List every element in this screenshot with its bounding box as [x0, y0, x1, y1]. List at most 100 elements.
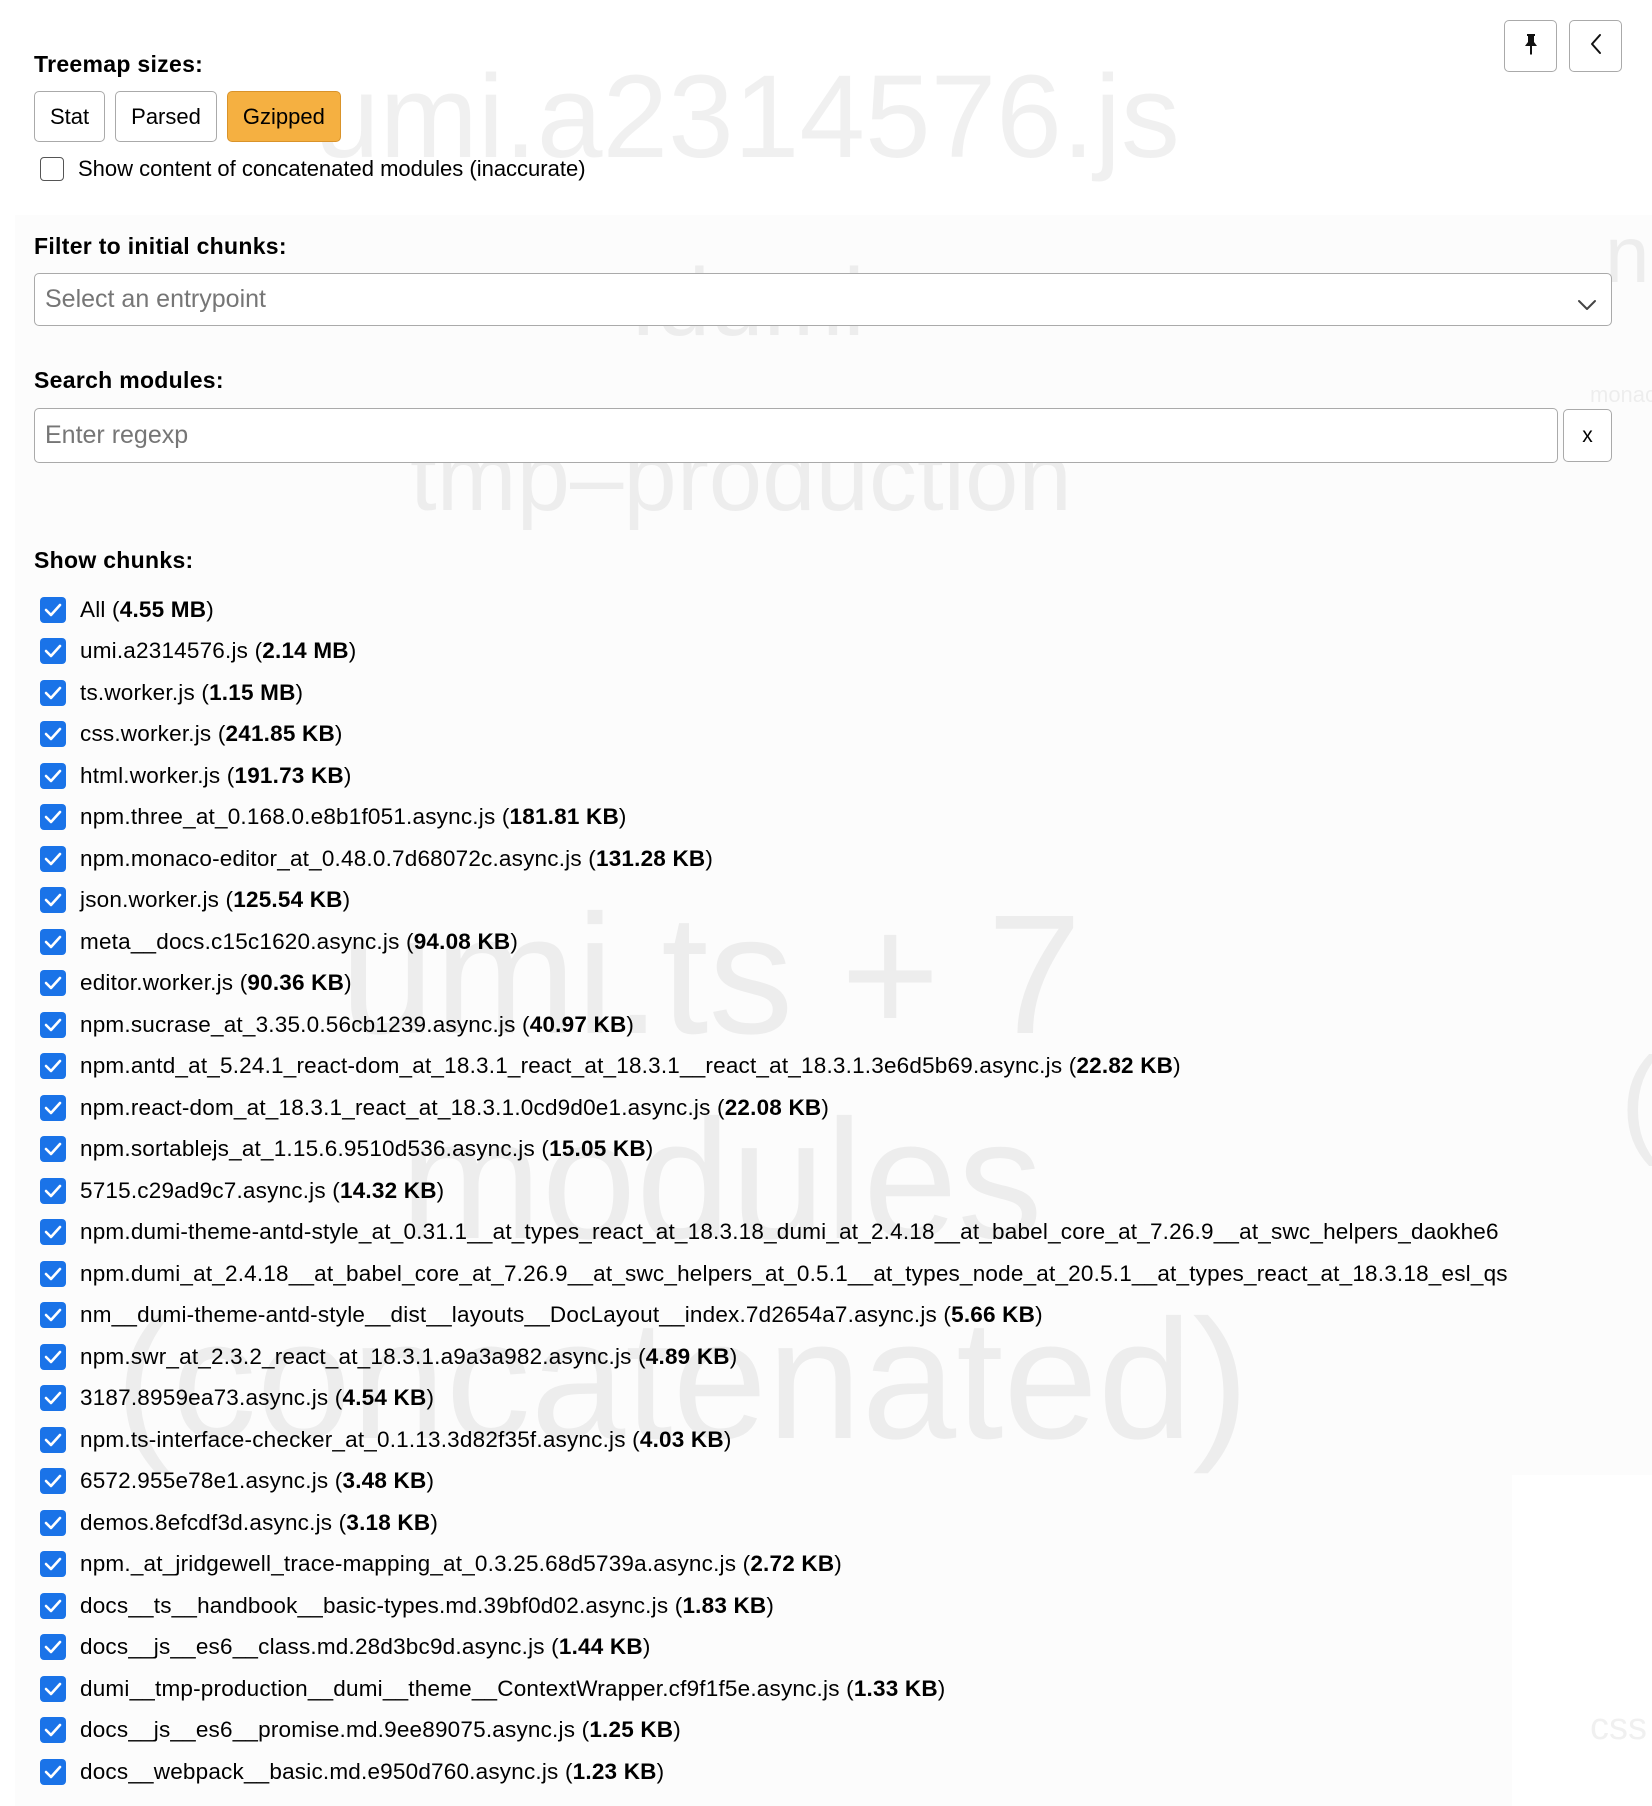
- chunk-list: All (4.55 MB) umi.a2314576.js (2.14 MB) ts…: [40, 589, 1508, 1793]
- chunk-item[interactable]: nm__dumi-theme-antd-style__dist__layouts…: [40, 1295, 1508, 1337]
- chunk-size: 22.82 KB: [1076, 1053, 1174, 1079]
- chunk-item[interactable]: meta__docs.c15c1620.async.js (94.08 KB): [40, 921, 1508, 963]
- chunk-checkbox[interactable]: [40, 1385, 66, 1412]
- chunk-checkbox[interactable]: [40, 721, 66, 748]
- chunk-checkbox[interactable]: [40, 596, 66, 623]
- chunk-item[interactable]: docs__js__es6__promise.md.9ee89075.async…: [40, 1710, 1508, 1752]
- chunk-checkbox[interactable]: [40, 928, 66, 955]
- chunk-checkbox[interactable]: [40, 1177, 66, 1204]
- chunk-checkbox[interactable]: [40, 1634, 66, 1661]
- chunk-item[interactable]: editor.worker.js (90.36 KB): [40, 963, 1508, 1005]
- chunk-size-close-paren: ): [206, 596, 214, 622]
- gzipped-size-button[interactable]: Gzipped: [226, 91, 341, 142]
- chunk-checkbox[interactable]: [40, 762, 66, 789]
- chunk-size-close-paren: ): [426, 1385, 435, 1411]
- chunk-size-open-paren: (: [710, 1094, 725, 1120]
- chunk-name: umi.a2314576.js: [80, 638, 249, 664]
- chunk-checkbox[interactable]: [40, 679, 66, 706]
- chunk-item[interactable]: html.worker.js (191.73 KB): [40, 755, 1508, 797]
- chunk-item[interactable]: npm.dumi-theme-antd-style_at_0.31.1__at_…: [40, 1212, 1508, 1254]
- chunk-item[interactable]: 3187.8959ea73.async.js (4.54 KB): [40, 1378, 1508, 1420]
- pin-button[interactable]: [1504, 20, 1557, 72]
- chunk-item[interactable]: demos.8efcdf3d.async.js (3.18 KB): [40, 1502, 1508, 1544]
- chunk-item[interactable]: json.worker.js (125.54 KB): [40, 880, 1508, 922]
- chunk-checkbox[interactable]: [40, 1094, 66, 1121]
- concatenated-modules-option[interactable]: Show content of concatenated modules (in…: [40, 156, 586, 182]
- chunk-checkbox[interactable]: [40, 845, 66, 872]
- chunk-item[interactable]: npm.three_at_0.168.0.e8b1f051.async.js (…: [40, 797, 1508, 839]
- chunk-size: 1.23 KB: [572, 1758, 657, 1784]
- chunk-size-open-paren: (: [328, 1385, 343, 1411]
- chunk-size-open-paren: (: [839, 1675, 854, 1701]
- chunk-checkbox[interactable]: [40, 1468, 66, 1495]
- chunk-item[interactable]: npm.react-dom_at_18.3.1_react_at_18.3.1.…: [40, 1087, 1508, 1129]
- chunk-size-open-paren: (: [625, 1426, 640, 1452]
- chunk-checkbox[interactable]: [40, 1426, 66, 1453]
- chunk-checkbox[interactable]: [40, 1758, 66, 1785]
- chunk-checkbox[interactable]: [40, 1509, 66, 1536]
- chunk-size-open-paren: (: [631, 1343, 646, 1369]
- chunk-size-close-paren: ): [766, 1592, 775, 1618]
- chunk-size: 1.33 KB: [853, 1675, 938, 1701]
- chunk-size-close-paren: ): [348, 638, 357, 664]
- concatenated-modules-checkbox[interactable]: [40, 157, 64, 181]
- chunk-checkbox[interactable]: [40, 1053, 66, 1080]
- chunk-item[interactable]: npm.sucrase_at_3.35.0.56cb1239.async.js …: [40, 1004, 1508, 1046]
- chunk-size: 1.15 MB: [209, 679, 296, 705]
- stat-size-button[interactable]: Stat: [34, 91, 106, 142]
- clear-search-button[interactable]: x: [1563, 409, 1612, 462]
- chunk-item[interactable]: npm.dumi_at_2.4.18__at_babel_core_at_7.2…: [40, 1253, 1508, 1295]
- search-input[interactable]: [34, 408, 1558, 463]
- chunk-item[interactable]: npm.antd_at_5.24.1_react-dom_at_18.3.1_r…: [40, 1046, 1508, 1088]
- chunk-checkbox[interactable]: [40, 970, 66, 997]
- chunk-size-open-paren: (: [558, 1758, 573, 1784]
- chunk-checkbox[interactable]: [40, 1136, 66, 1163]
- close-sidebar-button[interactable]: [1569, 20, 1622, 72]
- chunk-size: 5.66 KB: [951, 1302, 1036, 1328]
- parsed-size-button[interactable]: Parsed: [115, 91, 217, 142]
- chunk-size-open-paren: (: [495, 804, 510, 830]
- chunk-checkbox[interactable]: [40, 1011, 66, 1038]
- chunk-checkbox[interactable]: [40, 1551, 66, 1578]
- chunk-checkbox[interactable]: [40, 638, 66, 665]
- chunk-size-close-paren: ): [642, 1634, 651, 1660]
- chunk-item[interactable]: 5715.c29ad9c7.async.js (14.32 KB): [40, 1170, 1508, 1212]
- chunk-checkbox[interactable]: [40, 1219, 66, 1246]
- chunk-item[interactable]: npm.monaco-editor_at_0.48.0.7d68072c.asy…: [40, 838, 1508, 880]
- entrypoint-select[interactable]: Select an entrypoint: [34, 273, 1612, 326]
- chunk-size: 131.28 KB: [595, 845, 706, 871]
- chunk-item[interactable]: umi.a2314576.js (2.14 MB): [40, 631, 1508, 673]
- chunk-item[interactable]: npm._at_jridgewell_trace-mapping_at_0.3.…: [40, 1544, 1508, 1586]
- chunk-name: nm__dumi-theme-antd-style__dist__layouts…: [80, 1302, 937, 1328]
- chunk-name: meta__docs.c15c1620.async.js: [80, 928, 400, 954]
- chunk-checkbox[interactable]: [40, 1717, 66, 1744]
- chunk-size: 4.55 MB: [119, 596, 207, 622]
- chunk-size-open-paren: (: [544, 1634, 559, 1660]
- chunk-checkbox[interactable]: [40, 1260, 66, 1287]
- chunk-item[interactable]: ts.worker.js (1.15 MB): [40, 672, 1508, 714]
- chunk-checkbox[interactable]: [40, 1592, 66, 1619]
- chunk-checkbox[interactable]: [40, 804, 66, 831]
- chunk-item[interactable]: npm.ts-interface-checker_at_0.1.13.3d82f…: [40, 1419, 1508, 1461]
- chunk-size-open-paren: (: [105, 596, 120, 622]
- chunk-item[interactable]: npm.swr_at_2.3.2_react_at_18.3.1.a9a3a98…: [40, 1336, 1508, 1378]
- chunk-size-open-paren: (: [194, 679, 210, 705]
- chunk-item[interactable]: All (4.55 MB): [40, 589, 1508, 631]
- chunk-name: 5715.c29ad9c7.async.js: [80, 1177, 326, 1203]
- chunk-item[interactable]: docs__ts__handbook__basic-types.md.39bf0…: [40, 1585, 1508, 1627]
- chunk-size-close-paren: ): [436, 1177, 445, 1203]
- chunk-size-close-paren: ): [342, 887, 351, 913]
- chunk-item[interactable]: npm.sortablejs_at_1.15.6.9510d536.async.…: [40, 1129, 1508, 1171]
- chunk-item[interactable]: dumi__tmp-production__dumi__theme__Conte…: [40, 1668, 1508, 1710]
- chunk-checkbox[interactable]: [40, 1302, 66, 1329]
- chunk-size: 4.03 KB: [639, 1426, 724, 1452]
- chunk-item[interactable]: css.worker.js (241.85 KB): [40, 714, 1508, 756]
- chunk-checkbox[interactable]: [40, 887, 66, 914]
- chunk-name: json.worker.js: [80, 887, 220, 913]
- chunk-checkbox[interactable]: [40, 1343, 66, 1370]
- chunk-name: demos.8efcdf3d.async.js: [80, 1509, 333, 1535]
- chunk-checkbox[interactable]: [40, 1675, 66, 1702]
- chunk-item[interactable]: 6572.955e78e1.async.js (3.48 KB): [40, 1461, 1508, 1503]
- chunk-item[interactable]: docs__webpack__basic.md.e950d760.async.j…: [40, 1751, 1508, 1793]
- chunk-item[interactable]: docs__js__es6__class.md.28d3bc9d.async.j…: [40, 1627, 1508, 1669]
